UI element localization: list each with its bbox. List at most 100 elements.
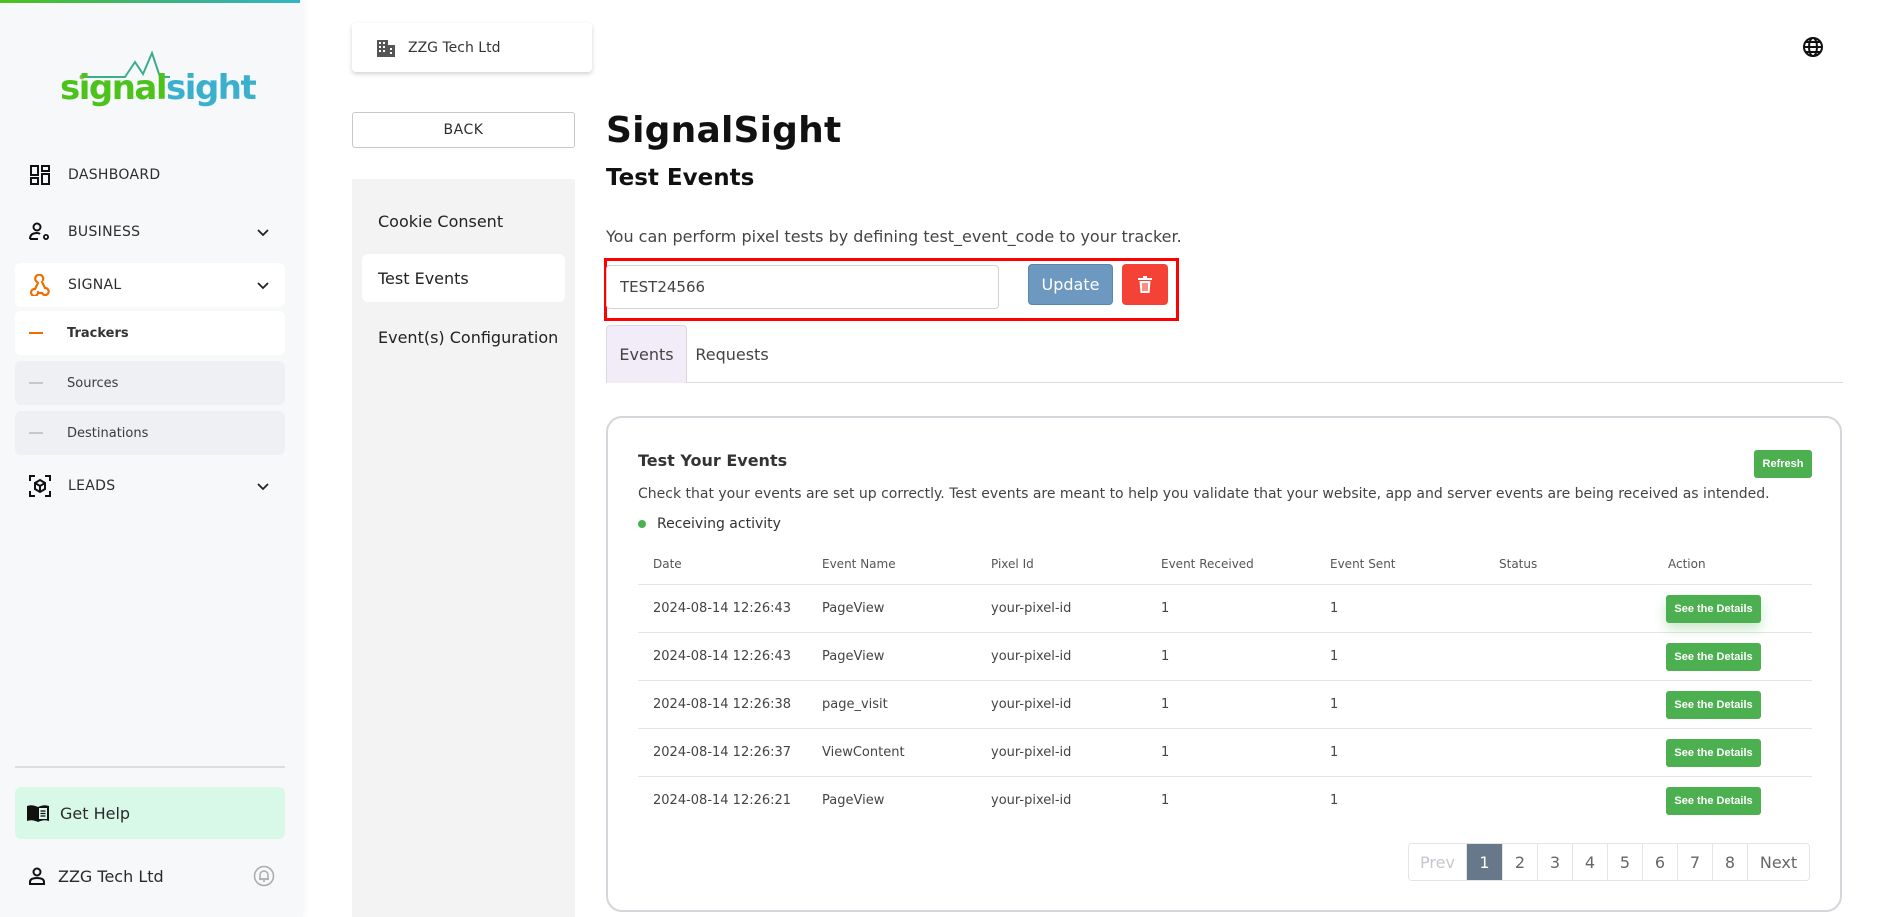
cell-received: 1 <box>1161 745 1170 760</box>
dashboard-icon <box>29 164 51 186</box>
cell-pixel: your-pixel-id <box>991 649 1072 664</box>
table-row: 2024-08-14 12:26:38 page_visit your-pixel-… <box>638 681 1812 729</box>
see-details-button[interactable]: See the Details <box>1666 643 1761 671</box>
subnav-test-events[interactable]: Test Events <box>362 254 565 302</box>
cell-event: PageView <box>822 649 885 664</box>
back-button[interactable]: BACK <box>352 112 575 148</box>
table-row: 2024-08-14 12:26:37 ViewContent your-pixel… <box>638 729 1812 777</box>
sidebar-subitem-destinations[interactable]: Destinations <box>15 411 285 455</box>
col-action: Action <box>1668 557 1706 571</box>
activity-status-label: Receiving activity <box>657 516 781 532</box>
cell-sent: 1 <box>1330 793 1339 808</box>
chevron-down-icon <box>257 483 269 491</box>
cell-sent: 1 <box>1330 697 1339 712</box>
tab-events[interactable]: Events <box>606 325 687 383</box>
pagination: Prev 1 2 3 4 5 6 7 8 Next <box>1408 843 1810 881</box>
col-status: Status <box>1499 557 1538 571</box>
cell-event: ViewContent <box>822 745 905 760</box>
business-settings-icon <box>29 221 51 243</box>
sidebar-subitem-trackers[interactable]: Trackers <box>15 311 285 355</box>
get-help-label: Get Help <box>60 803 131 823</box>
refresh-button[interactable]: Refresh <box>1754 450 1812 478</box>
sidebar-divider <box>15 766 285 768</box>
page-subtitle: Test Events <box>606 165 755 191</box>
status-dot-icon <box>638 520 646 528</box>
cell-date: 2024-08-14 12:26:43 <box>653 601 792 616</box>
col-pixel-id: Pixel Id <box>991 557 1034 571</box>
sidebar-item-dashboard[interactable]: DASHBOARD <box>15 153 285 197</box>
cell-date: 2024-08-14 12:26:21 <box>653 793 792 808</box>
cell-date: 2024-08-14 12:26:37 <box>653 745 792 760</box>
app: signalsight DASHBOARD BUSINESS SIGNAL Tr… <box>0 0 1893 917</box>
pagination-page-2[interactable]: 2 <box>1502 844 1537 880</box>
tracker-subnav: Cookie Consent Test Events Event(s) Conf… <box>352 179 575 917</box>
get-help-button[interactable]: Get Help <box>15 787 285 839</box>
sidebar-item-label: SIGNAL <box>68 277 122 293</box>
sidebar-item-label: DASHBOARD <box>68 167 161 183</box>
sidebar-subitem-sources[interactable]: Sources <box>15 361 285 405</box>
sidebar-item-label: BUSINESS <box>68 224 141 240</box>
chevron-down-icon <box>257 282 269 290</box>
test-event-code-input[interactable] <box>606 265 999 309</box>
see-details-button[interactable]: See the Details <box>1666 691 1761 719</box>
sidebar: signalsight DASHBOARD BUSINESS SIGNAL Tr… <box>0 0 303 917</box>
card-title: Test Your Events <box>638 451 788 470</box>
cell-pixel: your-pixel-id <box>991 793 1072 808</box>
top-gradient-bar <box>0 0 300 3</box>
user-profile[interactable]: ZZG Tech Ltd <box>15 856 285 896</box>
cube-scan-icon <box>29 475 51 497</box>
pagination-page-8[interactable]: 8 <box>1712 844 1747 880</box>
sidebar-subitem-label: Sources <box>67 375 119 391</box>
pagination-page-1[interactable]: 1 <box>1466 844 1502 880</box>
cell-date: 2024-08-14 12:26:38 <box>653 697 792 712</box>
sidebar-item-business[interactable]: BUSINESS <box>15 210 285 254</box>
see-details-button[interactable]: See the Details <box>1666 595 1761 623</box>
cell-received: 1 <box>1161 649 1170 664</box>
table-row: 2024-08-14 12:26:43 PageView your-pixel-id… <box>638 633 1812 681</box>
subnav-cookie-consent[interactable]: Cookie Consent <box>362 197 565 245</box>
cell-pixel: your-pixel-id <box>991 697 1072 712</box>
pagination-page-7[interactable]: 7 <box>1677 844 1712 880</box>
logo[interactable]: signalsight <box>60 50 257 110</box>
building-icon <box>377 39 395 57</box>
delete-button[interactable] <box>1122 264 1168 305</box>
trash-icon <box>1138 276 1152 293</box>
table-row: 2024-08-14 12:26:21 PageView your-pixel-id… <box>638 777 1812 825</box>
pagination-page-6[interactable]: 6 <box>1642 844 1677 880</box>
events-table: Date Event Name Pixel Id Event Received … <box>638 543 1812 825</box>
update-button[interactable]: Update <box>1028 264 1113 305</box>
cell-sent: 1 <box>1330 601 1339 616</box>
sidebar-subitem-label: Destinations <box>67 425 149 441</box>
cell-received: 1 <box>1161 697 1170 712</box>
language-globe-icon[interactable] <box>1802 36 1824 58</box>
dash-icon <box>29 382 43 384</box>
company-selector[interactable]: ZZG Tech Ltd <box>352 23 592 72</box>
cell-sent: 1 <box>1330 649 1339 664</box>
dash-icon <box>29 432 43 434</box>
user-name: ZZG Tech Ltd <box>58 866 164 886</box>
dash-icon <box>29 332 43 334</box>
tab-requests[interactable]: Requests <box>687 325 777 383</box>
sidebar-item-leads[interactable]: LEADS <box>15 464 285 508</box>
subnav-event-configuration[interactable]: Event(s) Configuration <box>362 313 565 361</box>
pagination-page-3[interactable]: 3 <box>1537 844 1572 880</box>
cell-pixel: your-pixel-id <box>991 601 1072 616</box>
sidebar-subitem-label: Trackers <box>67 325 129 341</box>
sidebar-item-signal[interactable]: SIGNAL <box>15 263 285 307</box>
cell-pixel: your-pixel-id <box>991 745 1072 760</box>
pagination-prev[interactable]: Prev <box>1409 844 1466 880</box>
pagination-page-4[interactable]: 4 <box>1572 844 1607 880</box>
see-details-button[interactable]: See the Details <box>1666 787 1761 815</box>
cell-received: 1 <box>1161 601 1170 616</box>
page-title: SignalSight <box>606 110 842 151</box>
see-details-button[interactable]: See the Details <box>1666 739 1761 767</box>
col-event-received: Event Received <box>1161 557 1254 571</box>
cell-received: 1 <box>1161 793 1170 808</box>
pagination-page-5[interactable]: 5 <box>1607 844 1642 880</box>
notification-bell-icon[interactable] <box>253 865 275 887</box>
test-events-card: Test Your Events Refresh Check that your… <box>606 416 1842 912</box>
table-row: 2024-08-14 12:26:43 PageView your-pixel-id… <box>638 585 1812 633</box>
cell-event: PageView <box>822 793 885 808</box>
pagination-next[interactable]: Next <box>1747 844 1809 880</box>
col-event-sent: Event Sent <box>1330 557 1396 571</box>
